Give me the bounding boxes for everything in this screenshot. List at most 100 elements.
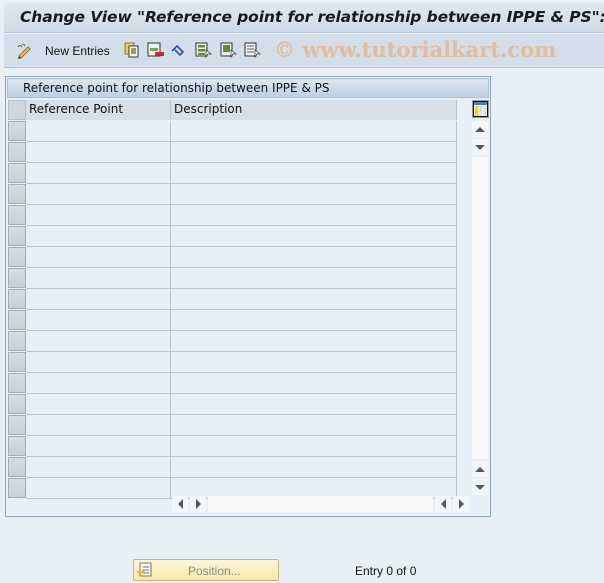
cell-reference-point[interactable] — [26, 373, 171, 394]
row-selector[interactable] — [8, 457, 26, 477]
table-row — [7, 436, 471, 457]
cell-reference-point[interactable] — [26, 247, 171, 268]
cell-description[interactable] — [171, 352, 457, 373]
table-row — [7, 121, 471, 142]
position-button-label: Position... — [188, 564, 241, 578]
table-row — [7, 205, 471, 226]
row-selector[interactable] — [8, 478, 26, 498]
cell-description[interactable] — [171, 121, 457, 142]
row-selector[interactable] — [8, 436, 26, 456]
horizontal-scroll-track[interactable] — [208, 496, 433, 512]
cell-description[interactable] — [171, 373, 457, 394]
cell-reference-point[interactable] — [26, 268, 171, 289]
table-header-row: Reference Point Description — [7, 99, 471, 120]
table-row — [7, 310, 471, 331]
scroll-left-button[interactable] — [172, 496, 188, 512]
row-selector[interactable] — [8, 163, 26, 183]
page-title: Change View "Reference point for relatio… — [20, 8, 604, 26]
title-bar: Change View "Reference point for relatio… — [4, 3, 604, 33]
row-selector[interactable] — [8, 331, 26, 351]
new-entries-button[interactable]: New Entries — [16, 42, 110, 60]
row-selector[interactable] — [8, 121, 26, 141]
position-button[interactable]: Position... — [133, 559, 279, 581]
cell-reference-point[interactable] — [26, 436, 171, 457]
horizontal-scrollbar[interactable] — [172, 496, 469, 513]
row-selector[interactable] — [8, 142, 26, 162]
scroll-right-button[interactable] — [190, 496, 206, 512]
row-selector[interactable] — [8, 184, 26, 204]
table-row — [7, 226, 471, 247]
cell-reference-point[interactable] — [26, 205, 171, 226]
table-row — [7, 352, 471, 373]
deselect-all-button[interactable] — [244, 42, 261, 60]
cell-description[interactable] — [171, 184, 457, 205]
cell-reference-point[interactable] — [26, 142, 171, 163]
delete-button[interactable] — [147, 42, 165, 60]
cell-description[interactable] — [171, 163, 457, 184]
delete-row-icon — [147, 42, 165, 61]
table-row — [7, 394, 471, 415]
row-selector[interactable] — [8, 310, 26, 330]
row-selector[interactable] — [8, 394, 26, 414]
row-selector[interactable] — [8, 268, 26, 288]
row-selector[interactable] — [8, 415, 26, 435]
cell-reference-point[interactable] — [26, 163, 171, 184]
cell-reference-point[interactable] — [26, 457, 171, 478]
cell-reference-point[interactable] — [26, 310, 171, 331]
column-header-description[interactable]: Description — [171, 100, 457, 120]
column-config-button[interactable] — [472, 100, 489, 118]
table-title-bar: Reference point for relationship between… — [7, 78, 489, 98]
cell-reference-point[interactable] — [26, 415, 171, 436]
deselect-all-icon — [244, 42, 261, 61]
entry-counter: Entry 0 of 0 — [355, 564, 417, 578]
select-all-rows-button[interactable] — [8, 100, 26, 120]
cell-reference-point[interactable] — [26, 289, 171, 310]
row-selector[interactable] — [8, 205, 26, 225]
scroll-up-button[interactable] — [472, 121, 488, 137]
cell-description[interactable] — [171, 289, 457, 310]
cell-reference-point[interactable] — [26, 121, 171, 142]
arrow-right-icon — [458, 499, 464, 509]
table-row — [7, 163, 471, 184]
scroll-left-end-button[interactable] — [435, 496, 451, 512]
edit-pencil-icon — [16, 43, 34, 59]
scroll-page-up-button[interactable] — [472, 461, 488, 477]
cell-description[interactable] — [171, 457, 457, 478]
cell-description[interactable] — [171, 331, 457, 352]
cell-reference-point[interactable] — [26, 226, 171, 247]
table-row — [7, 289, 471, 310]
cell-description[interactable] — [171, 226, 457, 247]
cell-reference-point[interactable] — [26, 184, 171, 205]
cell-reference-point[interactable] — [26, 478, 171, 499]
row-selector[interactable] — [8, 352, 26, 372]
table-row — [7, 142, 471, 163]
cell-description[interactable] — [171, 436, 457, 457]
cell-description[interactable] — [171, 394, 457, 415]
column-header-reference-point[interactable]: Reference Point — [26, 100, 171, 120]
arrow-down-icon — [475, 484, 485, 490]
arrow-left-icon — [177, 499, 183, 509]
cell-description[interactable] — [171, 205, 457, 226]
select-block-button[interactable] — [220, 42, 237, 60]
vertical-scroll-track[interactable] — [472, 157, 488, 459]
table-row — [7, 373, 471, 394]
cell-description[interactable] — [171, 142, 457, 163]
row-selector[interactable] — [8, 226, 26, 246]
scroll-right-end-button[interactable] — [453, 496, 469, 512]
scroll-page-down-button[interactable] — [472, 479, 488, 495]
row-selector[interactable] — [8, 247, 26, 267]
cell-description[interactable] — [171, 310, 457, 331]
cell-reference-point[interactable] — [26, 352, 171, 373]
scroll-down-button[interactable] — [472, 139, 488, 155]
cell-description[interactable] — [171, 415, 457, 436]
undo-button[interactable] — [170, 42, 188, 60]
cell-reference-point[interactable] — [26, 394, 171, 415]
row-selector[interactable] — [8, 373, 26, 393]
cell-description[interactable] — [171, 247, 457, 268]
table-row — [7, 457, 471, 478]
cell-description[interactable] — [171, 268, 457, 289]
row-selector[interactable] — [8, 289, 26, 309]
select-all-button[interactable] — [195, 42, 212, 60]
copy-button[interactable] — [124, 42, 140, 60]
cell-reference-point[interactable] — [26, 331, 171, 352]
